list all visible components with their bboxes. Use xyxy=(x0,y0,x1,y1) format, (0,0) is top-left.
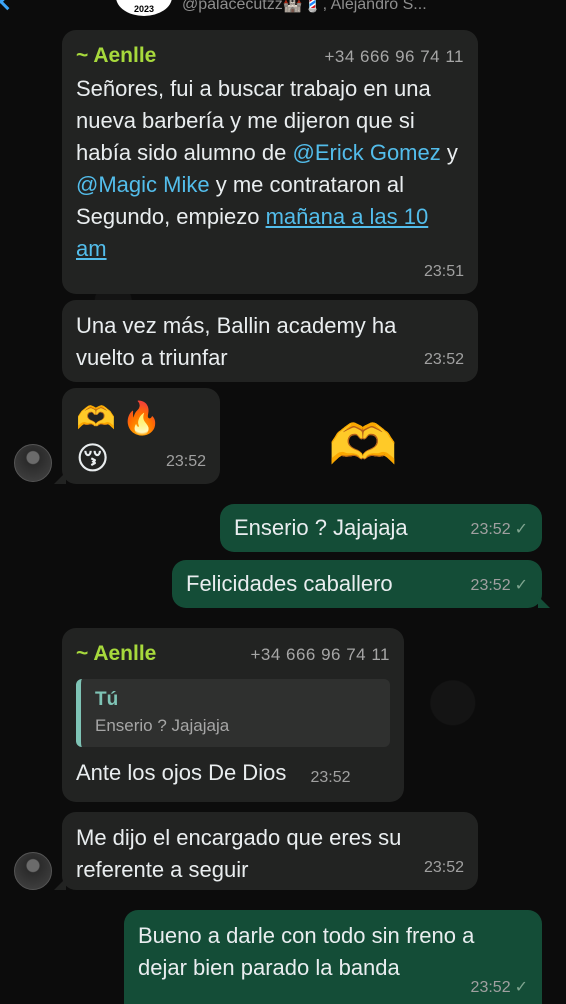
sender-name[interactable]: ~ Aenlle xyxy=(76,638,156,670)
message-bubble-incoming[interactable]: ~ Aenlle +34 666 96 74 11 Tú Enserio ? J… xyxy=(62,628,404,802)
message-time: 23:52 xyxy=(423,859,464,876)
message-text: Bueno a darle con todo sin freno a dejar… xyxy=(138,923,475,980)
message-text: Enserio ? Jajajaja xyxy=(234,515,408,540)
message-time: 23:52 xyxy=(423,351,464,368)
message-text: Una vez más, Ballin academy ha vuelto a … xyxy=(76,313,397,370)
quote-author: Tú xyxy=(95,689,119,710)
group-members-subtitle[interactable]: @palacecutzz🏰💈, Alejandro S... xyxy=(182,0,427,14)
message-time: 23:52 ✓ xyxy=(470,521,528,538)
message-bubble-outgoing[interactable]: Felicidades caballero 23:52 ✓ xyxy=(172,560,550,608)
message-bubble-outgoing[interactable]: Bueno a darle con todo sin freno a dejar… xyxy=(124,910,542,1004)
sender-phone: +34 666 96 74 11 xyxy=(324,47,464,66)
mention-link[interactable]: @Magic Mike xyxy=(76,172,210,197)
message-text: Ante los ojos De Dios xyxy=(76,760,287,785)
mention-link[interactable]: @Erick Gomez xyxy=(293,140,441,165)
message-text: Felicidades caballero xyxy=(186,571,393,596)
message-bubble-incoming[interactable]: 🫶🔥😚 23:52 xyxy=(54,388,220,484)
message-bubble-outgoing[interactable]: Enserio ? Jajajaja 23:52 ✓ xyxy=(220,504,542,552)
sent-check-icon: ✓ xyxy=(514,979,528,996)
sender-name[interactable]: ~ Aenlle xyxy=(76,40,156,72)
quote-text: Enserio ? Jajajaja xyxy=(95,716,230,735)
message-time: 23:52 xyxy=(165,453,206,470)
group-avatar-text: 2023 xyxy=(133,4,155,14)
sender-avatar[interactable] xyxy=(14,444,52,482)
message-text: Me dijo el encargado que eres su referen… xyxy=(76,825,402,882)
heart-hands-sticker[interactable]: 🫶 xyxy=(328,412,398,478)
sender-avatar[interactable] xyxy=(14,852,52,890)
message-bubble-incoming[interactable]: ~ Aenlle +34 666 96 74 11 Señores, fui a… xyxy=(62,30,478,294)
message-bubble-incoming[interactable]: Me dijo el encargado que eres su referen… xyxy=(54,812,478,890)
message-time: 23:51 xyxy=(423,263,464,280)
group-avatar[interactable]: 2023 xyxy=(116,0,172,16)
back-arrow-icon[interactable] xyxy=(0,0,18,11)
message-text: Señores, fui a buscar trabajo en una nue… xyxy=(76,76,458,261)
chat-header: 2023 @palacecutzz🏰💈, Alejandro S... xyxy=(0,0,566,22)
message-bubble-incoming[interactable]: Una vez más, Ballin academy ha vuelto a … xyxy=(62,300,478,382)
sent-check-icon: ✓ xyxy=(514,521,528,538)
quoted-message[interactable]: Tú Enserio ? Jajajaja xyxy=(76,679,390,747)
message-time: 23:52 ✓ xyxy=(470,577,528,594)
message-time: 23:52 xyxy=(310,769,351,786)
sent-check-icon: ✓ xyxy=(514,577,528,594)
message-time: 23:52 ✓ xyxy=(470,979,528,996)
sender-phone: +34 666 96 74 11 xyxy=(250,645,390,664)
